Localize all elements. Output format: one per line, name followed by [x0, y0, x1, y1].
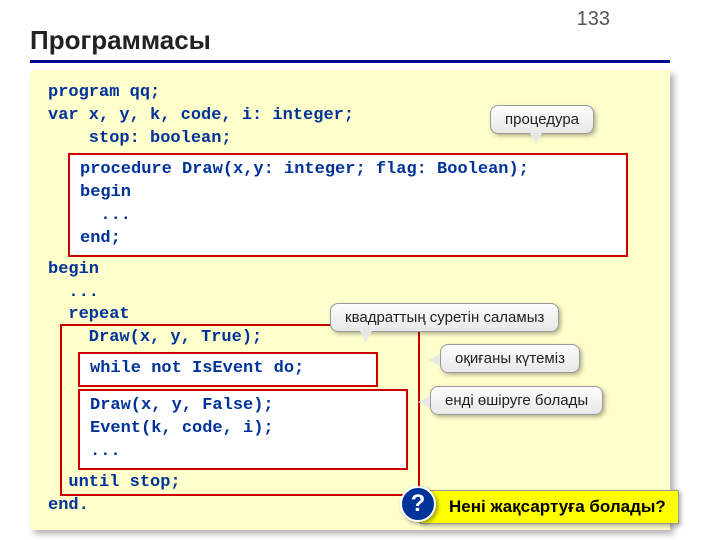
code-line: program qq;: [48, 82, 652, 105]
callout-tail: [530, 133, 542, 145]
callout-tail: [360, 331, 372, 343]
question-box: Нені жақсартуға болады?: [420, 490, 679, 524]
callout-tail: [428, 354, 440, 366]
callout-procedure: процедура: [490, 105, 594, 134]
callout-tail: [418, 396, 430, 408]
code-line: ...: [48, 282, 652, 305]
code-line: procedure Draw(x,y: integer; flag: Boole…: [80, 159, 616, 182]
procedure-box: procedure Draw(x,y: integer; flag: Boole…: [68, 153, 628, 257]
code-line: begin: [80, 182, 616, 205]
code-line: begin: [48, 259, 652, 282]
title-underline: [30, 60, 670, 63]
question-icon: ?: [400, 486, 436, 522]
code-line: end;: [80, 228, 616, 251]
page-title: Программасы: [30, 25, 211, 56]
callout-event: оқиғаны күтеміз: [440, 344, 580, 373]
callout-erase: енді өшіруге болады: [430, 386, 603, 415]
repeat-outline: [60, 324, 420, 496]
page-number: 133: [577, 8, 610, 31]
callout-square: квадраттың суретін саламыз: [330, 303, 559, 332]
code-line: ...: [80, 205, 616, 228]
